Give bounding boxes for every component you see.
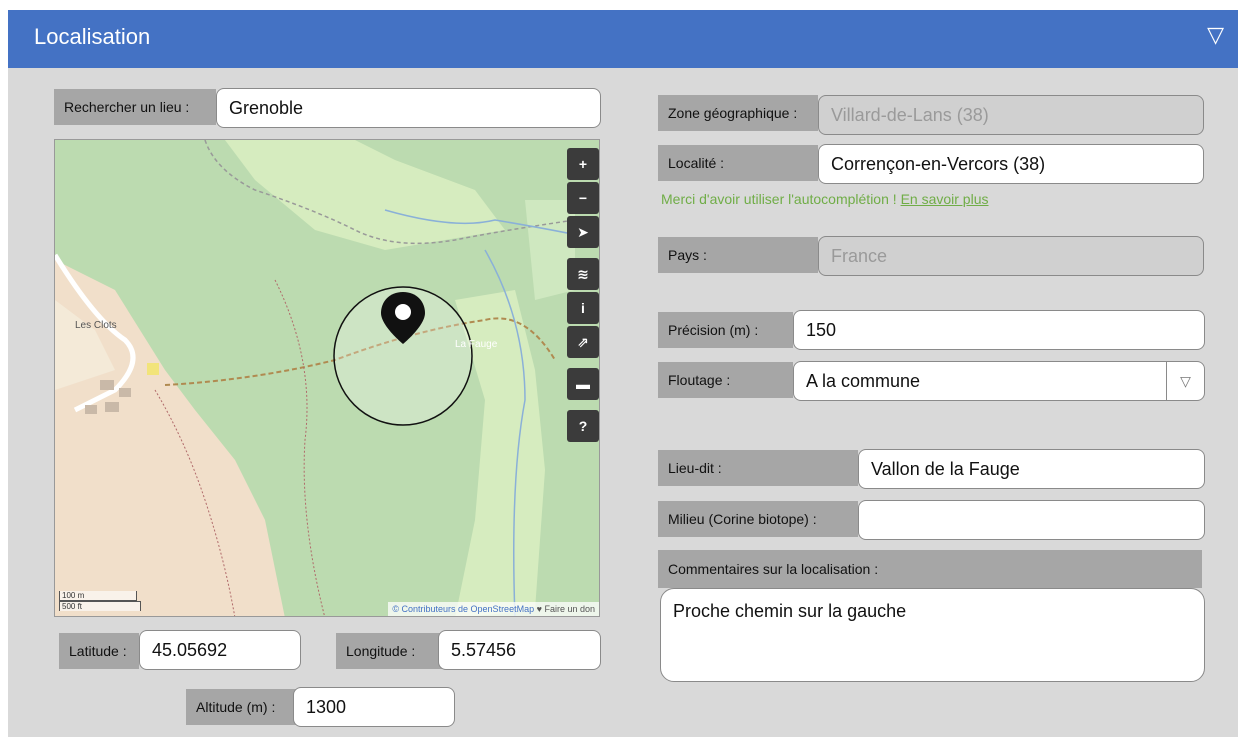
learn-more-link[interactable]: En savoir plus — [901, 191, 989, 207]
zoom-out-icon[interactable]: − — [567, 182, 599, 214]
comment-textarea[interactable]: Proche chemin sur la gauche — [660, 588, 1205, 682]
map-scale: 100 m 500 ft — [59, 591, 141, 611]
map-label-la-fauge: La Fauge — [455, 339, 498, 350]
altitude-label: Altitude (m) : — [186, 689, 296, 725]
scale-imperial: 500 ft — [59, 601, 141, 611]
comment-icon[interactable]: ▬ — [567, 368, 599, 400]
autocomplete-help: Merci d'avoir utiliser l'autocomplétion … — [661, 191, 989, 207]
panel-header[interactable]: Localisation ▽ — [8, 10, 1238, 68]
collapse-icon[interactable]: ▽ — [1207, 22, 1224, 48]
map-canvas — [55, 140, 599, 616]
search-input[interactable]: Grenoble — [216, 88, 601, 128]
milieu-input[interactable] — [858, 500, 1205, 540]
map-label-les-clots: Les Clots — [75, 320, 117, 331]
localite-input[interactable]: Corrençon-en-Vercors (38) — [818, 144, 1204, 184]
longitude-input[interactable]: 5.57456 — [438, 630, 601, 670]
lieudit-label: Lieu-dit : — [658, 450, 858, 486]
panel-title: Localisation — [34, 24, 151, 49]
pays-input: France — [818, 236, 1204, 276]
floutage-label: Floutage : — [658, 362, 793, 398]
help-text: Merci d'avoir utiliser l'autocomplétion … — [661, 191, 901, 207]
altitude-input[interactable]: 1300 — [293, 687, 455, 727]
share-icon[interactable]: ⇗ — [567, 326, 599, 358]
help-icon[interactable]: ? — [567, 410, 599, 442]
precision-input[interactable]: 150 — [793, 310, 1205, 350]
zone-input: Villard-de-Lans (38) — [818, 95, 1204, 135]
localite-label: Localité : — [658, 145, 818, 181]
floutage-select[interactable]: A la commune — [793, 361, 1205, 401]
milieu-label: Milieu (Corine biotope) : — [658, 501, 858, 537]
map-attribution[interactable]: © Contributeurs de OpenStreetMap ♥ Faire… — [388, 602, 599, 616]
pays-label: Pays : — [658, 237, 818, 273]
locate-icon[interactable]: ➤ — [567, 216, 599, 248]
info-icon[interactable]: i — [567, 292, 599, 324]
zoom-in-icon[interactable]: + — [567, 148, 599, 180]
zone-label: Zone géographique : — [658, 95, 818, 131]
chevron-down-icon[interactable]: ▽ — [1166, 362, 1204, 400]
donate-link[interactable]: ♥ Faire un don — [537, 604, 595, 614]
precision-label: Précision (m) : — [658, 312, 793, 348]
search-label: Rechercher un lieu : — [54, 89, 216, 125]
map-view[interactable]: Les Clots La Fauge + − ➤ ≋ i ⇗ ▬ ? 100 m… — [54, 139, 600, 617]
osm-attribution-link[interactable]: © Contributeurs de OpenStreetMap — [392, 604, 534, 614]
layers-icon[interactable]: ≋ — [567, 258, 599, 290]
latitude-label: Latitude : — [59, 633, 139, 669]
longitude-label: Longitude : — [336, 633, 442, 669]
latitude-input[interactable]: 45.05692 — [139, 630, 301, 670]
scale-metric: 100 m — [59, 591, 137, 601]
lieudit-input[interactable]: Vallon de la Fauge — [858, 449, 1205, 489]
comment-label: Commentaires sur la localisation : — [658, 550, 1202, 588]
